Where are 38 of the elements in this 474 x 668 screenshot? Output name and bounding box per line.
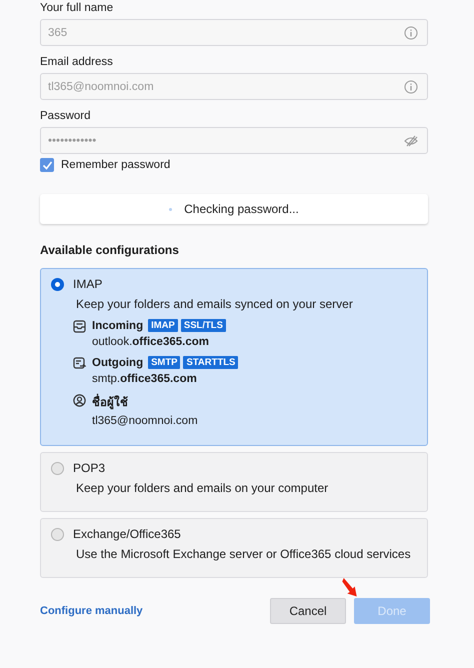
remember-checkbox[interactable] (40, 158, 54, 172)
field-label: Password (40, 110, 92, 122)
user-icon (73, 394, 86, 407)
configuration-option[interactable]: POP3 Keep your folders and emails on your computer (40, 452, 428, 512)
configuration-option[interactable]: IMAP Keep your folders and emails synced on your server Incoming IMAP SSL/TLS outlook.office365.com Outgoing SMTP STARTTLS smtp.office365.com ชื่อผู้ใช้ tl365@noomnoi.com (40, 268, 428, 446)
radio-button[interactable] (51, 462, 64, 474)
protocol-tag: SMTP (148, 356, 180, 369)
field-label: Email address (40, 56, 114, 68)
protocol-tag: IMAP (148, 319, 178, 332)
radio-button[interactable] (51, 528, 64, 540)
radio-button[interactable] (51, 278, 64, 290)
pointer-arrow-icon (342, 577, 358, 597)
field-label: Your full name (40, 2, 114, 14)
option-description: Use the Microsoft Exchange server or Office365 cloud services (76, 547, 412, 561)
server-label: ชื่อผู้ใช้ (92, 393, 128, 411)
outbox-icon (73, 357, 86, 370)
server-address: tl365@noomnoi.com (92, 415, 198, 427)
configuration-option[interactable]: Exchange/Office365 Use the Microsoft Exchange server or Office365 cloud services (40, 518, 428, 578)
server-label: Incoming (92, 320, 144, 332)
option-title: IMAP (73, 277, 102, 291)
server-address: outlook.office365.com (92, 336, 210, 348)
info-icon (404, 80, 418, 94)
checking-password-button[interactable]: Checking password... (40, 194, 428, 224)
hidden-eye-icon[interactable] (404, 134, 418, 146)
cancel-button[interactable]: Cancel (270, 598, 346, 624)
inbox-icon (73, 320, 86, 333)
option-description: Keep your folders and emails on your computer (76, 481, 330, 495)
option-description: Keep your folders and emails synced on your server (76, 297, 354, 311)
protocol-tag: STARTTLS (183, 356, 238, 369)
server-label: Outgoing (92, 356, 144, 368)
section-title: Available configurations (40, 243, 180, 257)
option-title: Exchange/Office365 (73, 527, 181, 541)
option-title: POP3 (73, 461, 106, 475)
configure-manually-link[interactable]: Configure manually (40, 605, 143, 617)
protocol-tag: SSL/TLS (180, 319, 226, 332)
server-address: smtp.office365.com (92, 373, 198, 385)
checkbox-label: Remember password (61, 159, 170, 171)
info-icon (404, 26, 418, 40)
